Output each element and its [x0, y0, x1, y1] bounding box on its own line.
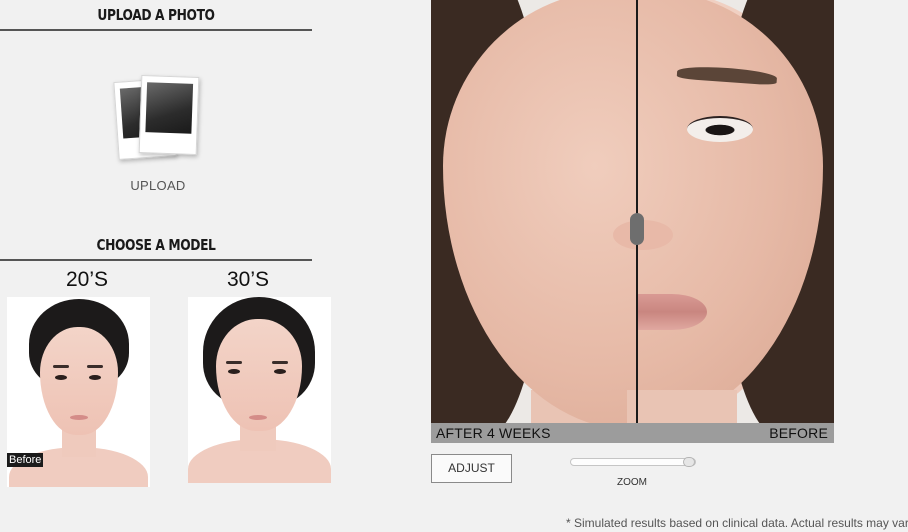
- zoom-slider-knob[interactable]: [683, 457, 695, 467]
- upload-section-divider: [0, 29, 312, 31]
- zoom-slider-track[interactable]: [570, 458, 696, 466]
- model-label-20s: 20’S: [66, 268, 109, 291]
- adjust-button[interactable]: ADJUST: [431, 454, 512, 483]
- before-caption: BEFORE: [769, 425, 828, 441]
- split-slider-handle[interactable]: [630, 213, 644, 245]
- disclaimer-text: * Simulated results based on clinical da…: [566, 516, 908, 530]
- left-panel: UPLOAD A PHOTO UPLOAD CHOOSE A MODEL 20’…: [0, 0, 331, 500]
- upload-button[interactable]: UPLOAD: [110, 72, 206, 198]
- after-caption: AFTER 4 WEEKS: [436, 425, 551, 441]
- photos-icon: [138, 75, 200, 155]
- upload-section-title: UPLOAD A PHOTO: [97, 6, 215, 24]
- viewer-caption-bar: AFTER 4 WEEKS BEFORE: [431, 423, 834, 443]
- comparison-viewer: [431, 0, 834, 443]
- before-image: [443, 0, 834, 443]
- model-30s-thumbnail[interactable]: [188, 297, 331, 483]
- model-section-divider: [0, 259, 312, 261]
- upload-label: UPLOAD: [130, 178, 186, 193]
- model-label-30s: 30’S: [227, 268, 270, 291]
- zoom-label: ZOOM: [617, 477, 647, 488]
- model-section-title: CHOOSE A MODEL: [96, 236, 216, 254]
- before-badge: Before: [7, 453, 44, 467]
